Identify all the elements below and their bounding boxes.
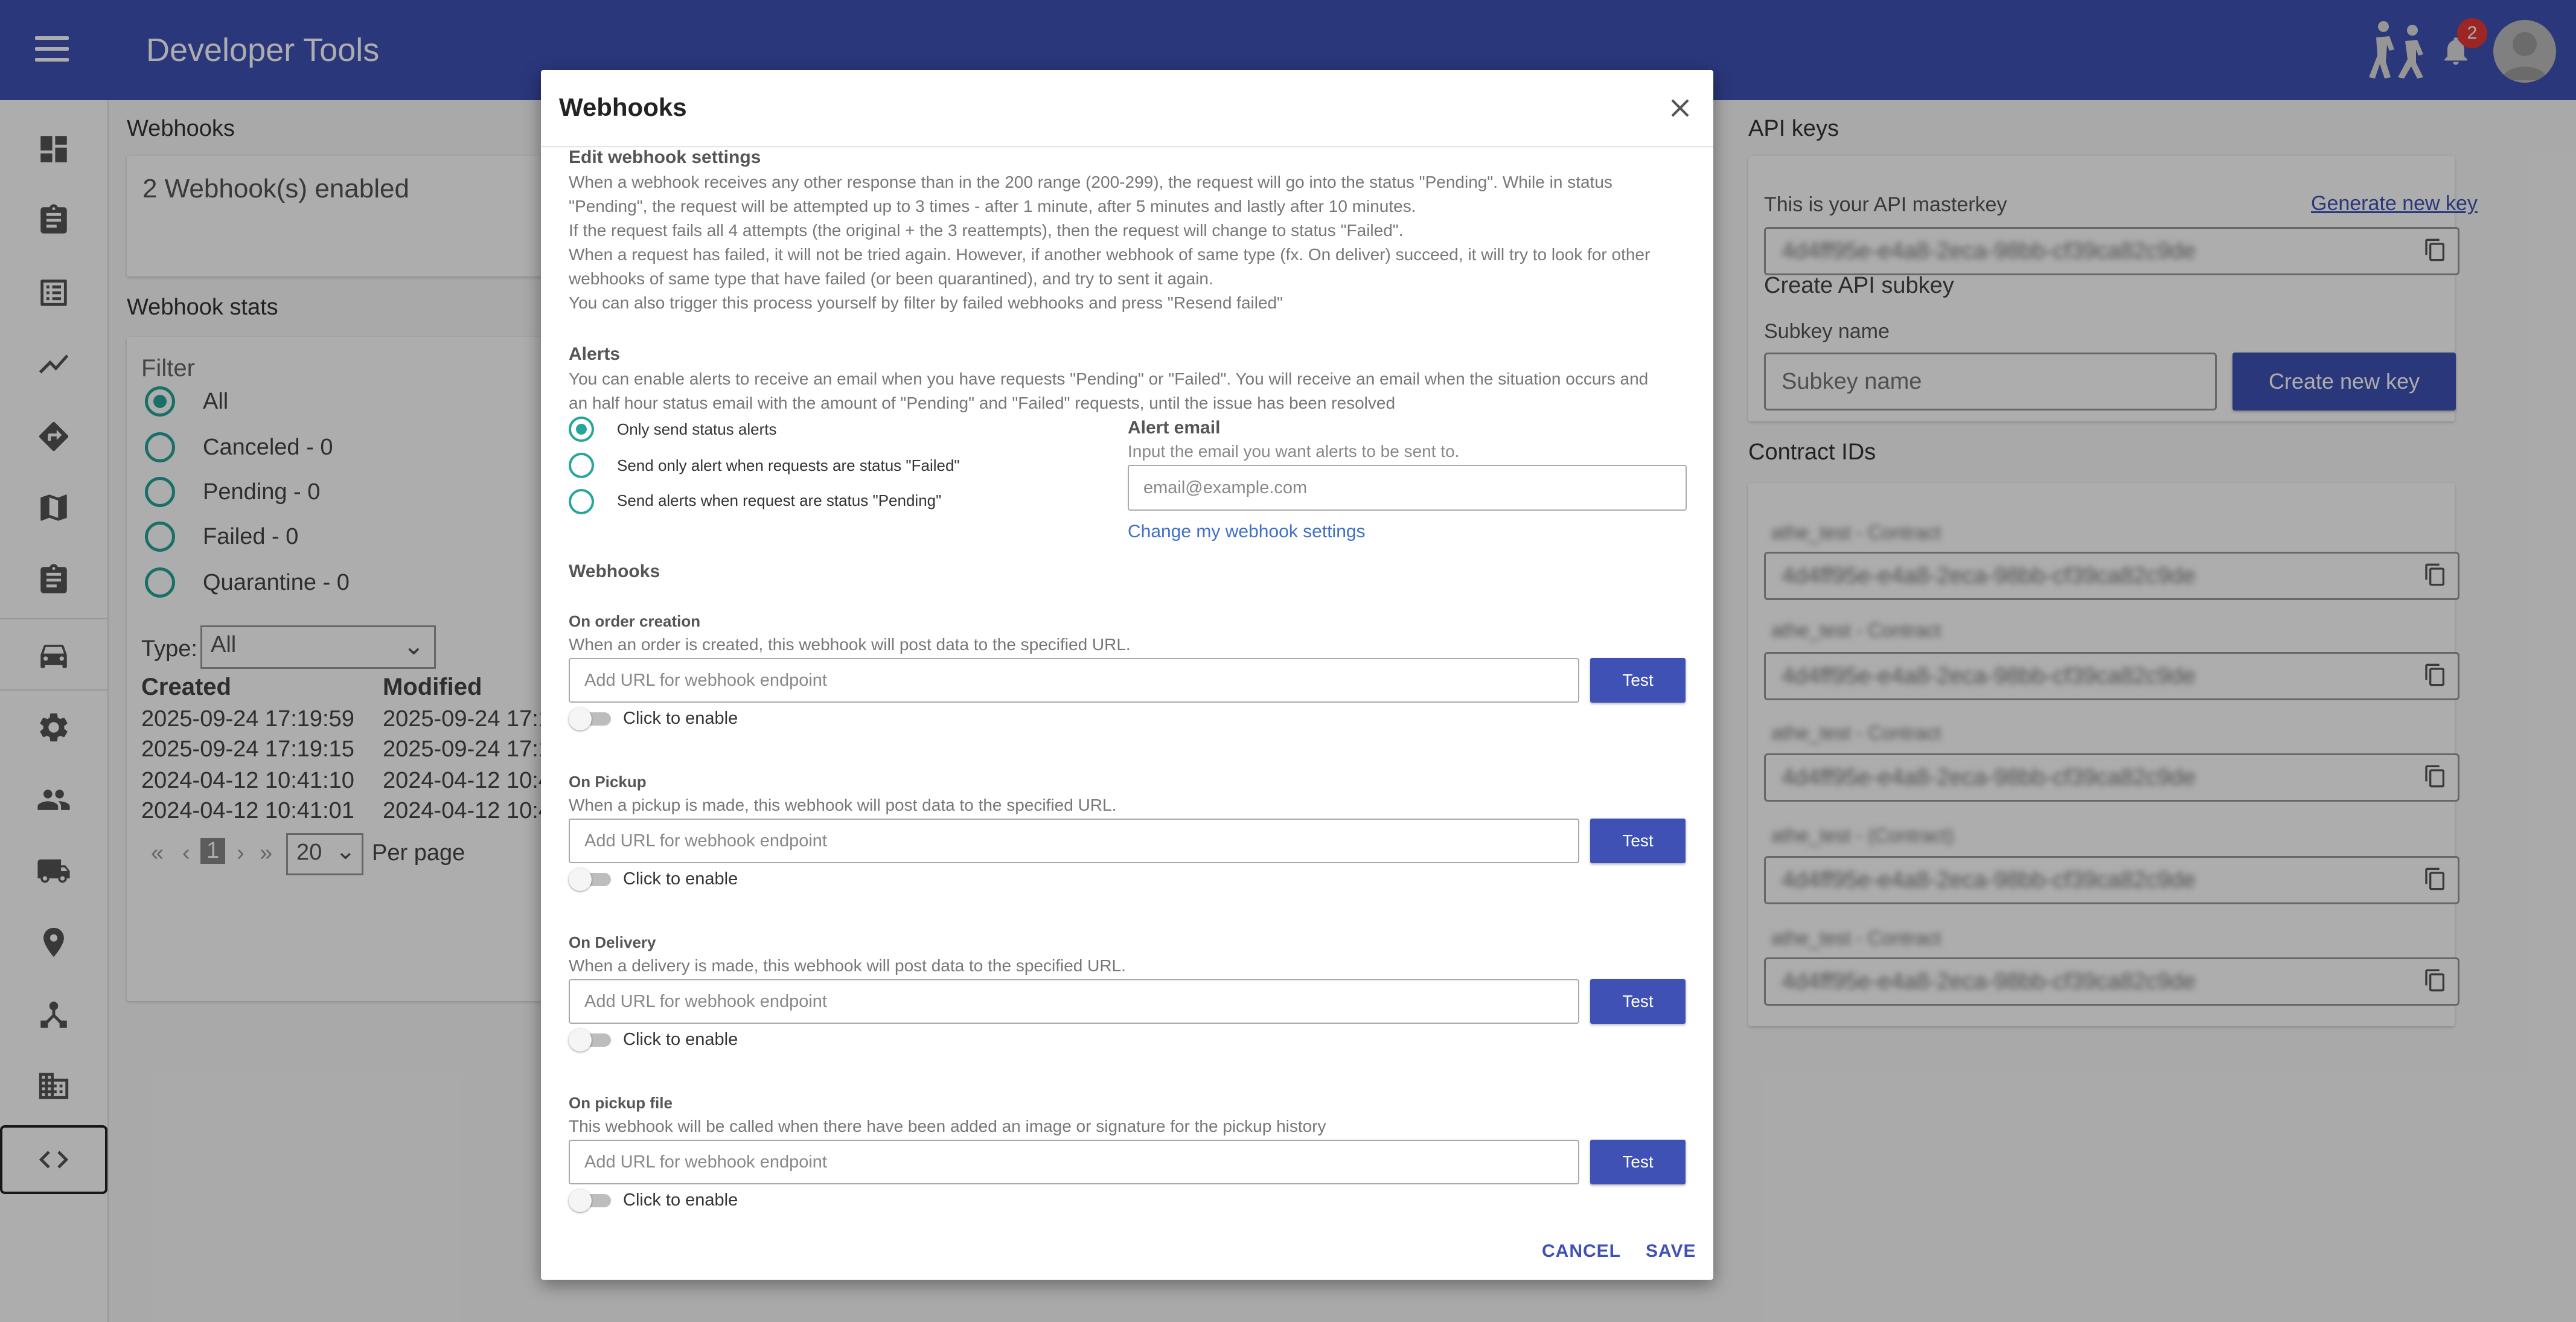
webhook-description: When a delivery is made, this webhook wi… (569, 956, 1126, 975)
alert-option-radio[interactable] (569, 453, 594, 478)
webhook-url-placeholder: Add URL for webhook endpoint (584, 1152, 827, 1172)
webhook-url-input[interactable]: Add URL for webhook endpoint (569, 819, 1579, 863)
webhooks-dialog: Webhooks Edit webhook settings When a we… (541, 70, 1713, 1280)
edit-settings-text: webhooks of same type that have failed (… (569, 269, 1213, 288)
webhook-test-button[interactable]: Test (1590, 658, 1686, 703)
edit-settings-text: When a webhook receives any other respon… (569, 173, 1612, 191)
alert-email-label: Alert email (1128, 418, 1221, 438)
dialog-header: Webhooks (541, 70, 1713, 147)
webhook-enable-toggle[interactable] (569, 707, 612, 730)
alert-option-label: Send only alert when requests are status… (617, 456, 960, 474)
edit-settings-heading: Edit webhook settings (569, 147, 761, 167)
edit-settings-text: When a request has failed, it will not b… (569, 245, 1651, 264)
edit-settings-text: You can also trigger this process yourse… (569, 293, 1283, 312)
alert-email-hint: Input the email you want alerts to be se… (1128, 442, 1460, 461)
close-icon[interactable] (1665, 93, 1695, 123)
webhook-test-button[interactable]: Test (1590, 979, 1686, 1024)
webhook-toggle-label: Click to enable (623, 1030, 738, 1049)
edit-settings-text: If the request fails all 4 attempts (the… (569, 221, 1404, 240)
webhook-enable-toggle[interactable] (569, 1029, 612, 1052)
edit-settings-text: "Pending", the request will be attempted… (569, 197, 1416, 216)
webhook-test-button[interactable]: Test (1590, 1140, 1686, 1184)
webhook-name: On pickup file (569, 1094, 673, 1112)
alerts-text: an half hour status email with the amoun… (569, 394, 1396, 412)
webhook-name: On order creation (569, 612, 701, 630)
webhook-url-placeholder: Add URL for webhook endpoint (584, 831, 827, 851)
webhook-test-button[interactable]: Test (1590, 819, 1686, 863)
webhook-toggle-label: Click to enable (623, 1190, 738, 1210)
change-webhook-settings-link[interactable]: Change my webhook settings (1128, 522, 1366, 542)
alert-option-radio[interactable] (569, 489, 594, 514)
webhook-description: When an order is created, this webhook w… (569, 635, 1131, 654)
webhook-enable-toggle[interactable] (569, 868, 612, 891)
cancel-button[interactable]: CANCEL (1542, 1241, 1621, 1262)
alerts-text: You can enable alerts to receive an emai… (569, 369, 1649, 388)
webhook-url-placeholder: Add URL for webhook endpoint (584, 991, 827, 1011)
alert-email-placeholder: email@example.com (1143, 477, 1308, 497)
webhook-url-input[interactable]: Add URL for webhook endpoint (569, 1140, 1579, 1184)
alert-option-label: Only send status alerts (617, 420, 777, 438)
webhook-description: When a pickup is made, this webhook will… (569, 796, 1117, 814)
webhook-toggle-label: Click to enable (623, 869, 738, 889)
webhooks-heading: Webhooks (569, 561, 660, 581)
save-button[interactable]: SAVE (1646, 1241, 1696, 1262)
webhook-url-placeholder: Add URL for webhook endpoint (584, 670, 827, 690)
alert-option-label: Send alerts when request are status "Pen… (617, 491, 942, 509)
webhook-description: This webhook will be called when there h… (569, 1117, 1326, 1135)
webhook-enable-toggle[interactable] (569, 1189, 612, 1212)
alerts-heading: Alerts (569, 344, 621, 364)
webhook-name: On Pickup (569, 773, 647, 791)
webhook-url-input[interactable]: Add URL for webhook endpoint (569, 658, 1579, 703)
webhook-url-input[interactable]: Add URL for webhook endpoint (569, 979, 1579, 1024)
alert-email-input[interactable]: email@example.com (1128, 465, 1687, 511)
alert-option-radio[interactable] (569, 417, 594, 442)
dialog-title: Webhooks (559, 93, 687, 121)
webhook-toggle-label: Click to enable (623, 709, 738, 728)
webhook-name: On Delivery (569, 933, 656, 951)
